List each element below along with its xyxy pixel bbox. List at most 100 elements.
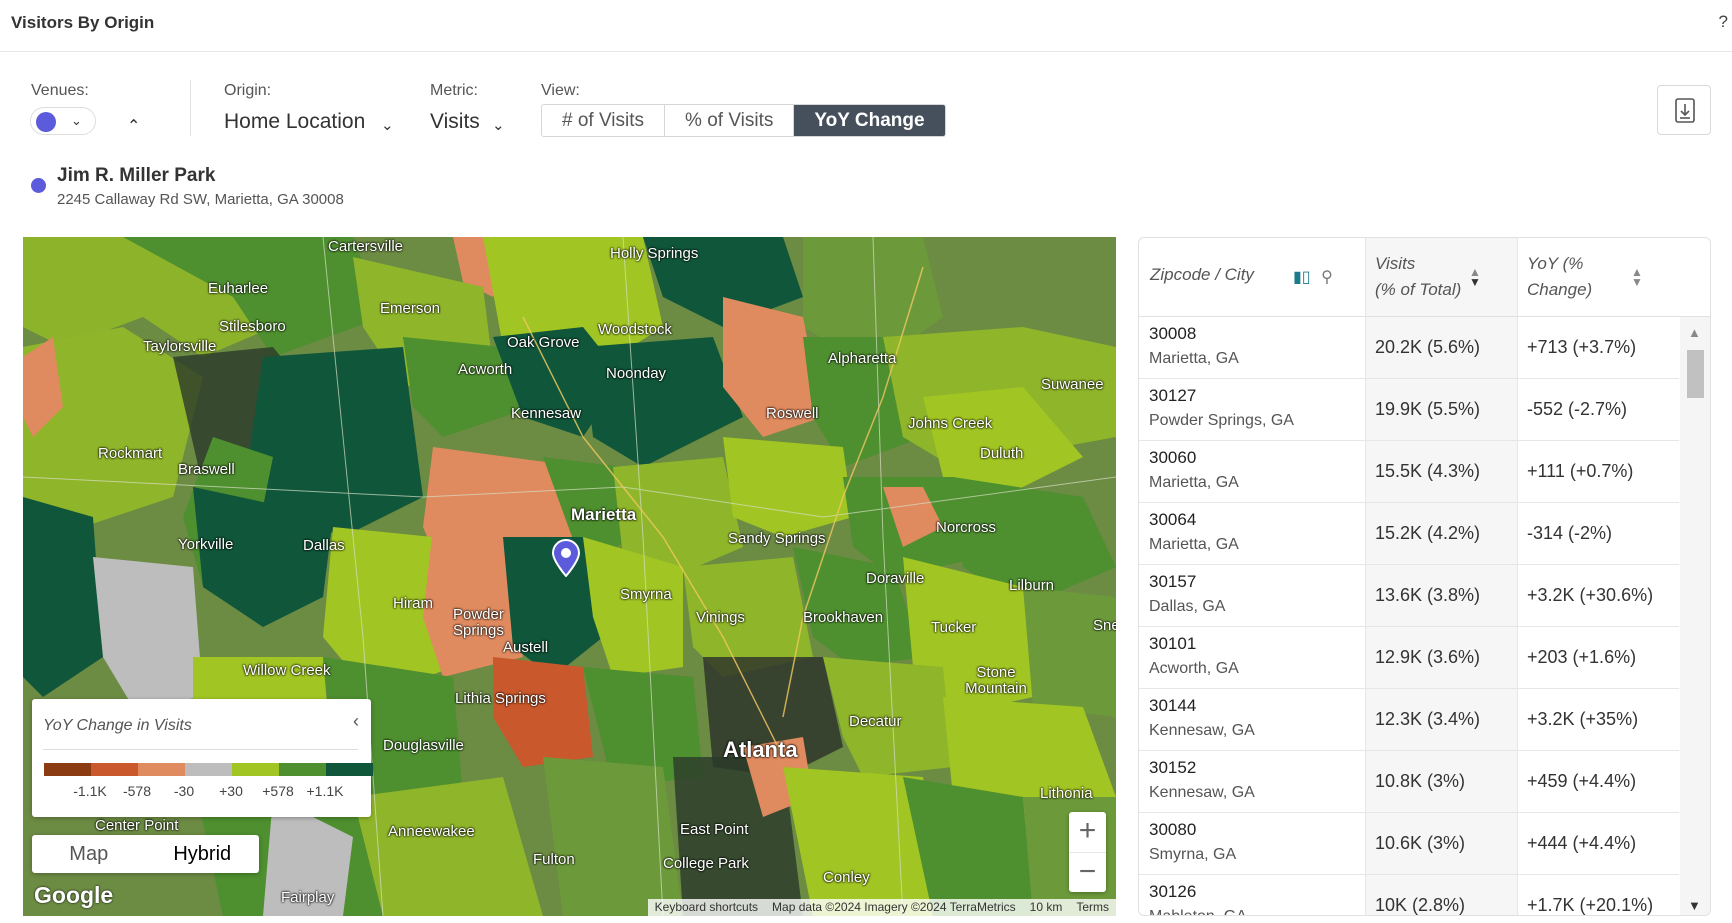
- view-option-percent[interactable]: % of Visits: [665, 105, 795, 136]
- map-label: Conley: [823, 869, 870, 886]
- map-label: Sandy Springs: [728, 530, 826, 547]
- legend-swatch: [138, 763, 185, 776]
- table-row[interactable]: 30101 Acworth, GA 12.9K (3.6%) +203 (+1.6%): [1139, 627, 1679, 689]
- origin-dropdown[interactable]: Home Location ⌄: [224, 110, 399, 138]
- map-label: Fairplay: [281, 889, 335, 906]
- yoy-header-line2: Change): [1527, 280, 1593, 299]
- venue-name: Jim R. Miller Park: [57, 165, 216, 186]
- column-icons: ▮▯ ⚲: [1293, 267, 1333, 287]
- terms-link[interactable]: Terms: [1069, 899, 1116, 916]
- keyboard-shortcuts-link[interactable]: Keyboard shortcuts: [648, 899, 765, 916]
- map-label: East Point: [680, 821, 749, 838]
- zip-code: 30008: [1149, 324, 1197, 343]
- view-option-count[interactable]: # of Visits: [542, 105, 666, 136]
- table-row[interactable]: 30064 Marietta, GA 15.2K (4.2%) -314 (-2%): [1139, 503, 1679, 565]
- yoy-value: +203 (+1.6%): [1527, 647, 1637, 667]
- view-toggle: # of Visits % of Visits YoY Change: [541, 104, 946, 137]
- table-header: Zipcode / City ▮▯ ⚲ Visits (% of Total) …: [1139, 238, 1710, 317]
- scroll-up-icon[interactable]: ▲: [1688, 325, 1701, 340]
- table-scrollbar[interactable]: ▲ ▼: [1680, 317, 1710, 915]
- map-label: Decatur: [849, 713, 902, 730]
- map-label: Oak Grove: [507, 334, 580, 351]
- view-option-yoy[interactable]: YoY Change: [794, 105, 945, 136]
- visits-value: 19.9K (5.5%): [1375, 399, 1481, 419]
- table-row[interactable]: 30127 Powder Springs, GA 19.9K (5.5%) -552 …: [1139, 379, 1679, 441]
- zip-code: 30080: [1149, 820, 1197, 839]
- venue-pin-icon[interactable]: [551, 539, 581, 577]
- table-row[interactable]: 30008 Marietta, GA 20.2K (5.6%) +713 (+3.7%…: [1139, 317, 1679, 379]
- sort-icon[interactable]: ▲ ▼: [1631, 266, 1643, 288]
- venue-color-dot: [31, 178, 46, 193]
- table-row[interactable]: 30126 Mableton, GA 10K (2.8%) +1.7K (+20.1%…: [1139, 875, 1679, 915]
- table-row[interactable]: 30080 Smyrna, GA 10.6K (3%) +444 (+4.4%): [1139, 813, 1679, 875]
- legend-swatches: [44, 763, 373, 776]
- map-label: Euharlee: [208, 280, 269, 297]
- table-row[interactable]: 30157 Dallas, GA 13.6K (3.8%) +3.2K (+30.6%…: [1139, 565, 1679, 627]
- zip-code: 30060: [1149, 448, 1197, 467]
- zoom-in-button[interactable]: +: [1069, 812, 1106, 852]
- view-label: View:: [541, 82, 580, 99]
- map-label: Douglasville: [383, 737, 464, 754]
- map-label: Yorkville: [178, 536, 234, 553]
- zip-code: 30101: [1149, 634, 1197, 653]
- chevron-left-icon[interactable]: ‹: [353, 711, 359, 732]
- download-icon: [1675, 98, 1695, 123]
- legend-tick: -1.1K: [73, 783, 107, 799]
- map-label: Center Point: [95, 817, 179, 834]
- chart-icon[interactable]: ▮▯: [1293, 269, 1311, 286]
- origin-label: Origin:: [224, 82, 272, 99]
- scroll-down-icon[interactable]: ▼: [1688, 898, 1701, 913]
- scale-text[interactable]: 10 km: [1023, 899, 1070, 916]
- yoy-value: +459 (+4.4%): [1527, 771, 1637, 791]
- zip-code: 30157: [1149, 572, 1197, 591]
- divider: [190, 80, 191, 136]
- map-type-map[interactable]: Map: [32, 835, 146, 873]
- map-label: Vinings: [696, 609, 745, 626]
- table-row[interactable]: 30060 Marietta, GA 15.5K (4.3%) +111 (+0.7%…: [1139, 441, 1679, 503]
- metric-dropdown[interactable]: Visits ⌄: [430, 110, 510, 138]
- search-icon[interactable]: ⚲: [1321, 269, 1333, 286]
- map-label: Johns Creek: [908, 415, 993, 432]
- legend-swatch: [279, 763, 326, 776]
- zip-code: 30064: [1149, 510, 1197, 529]
- map-type-hybrid[interactable]: Hybrid: [146, 835, 260, 873]
- help-icon[interactable]: ?: [1719, 12, 1728, 32]
- yoy-value: +3.2K (+35%): [1527, 709, 1639, 729]
- yoy-column-header[interactable]: YoY (% Change): [1527, 251, 1592, 303]
- visits-value: 10K (2.8%): [1375, 895, 1466, 915]
- metric-label: Metric:: [430, 82, 478, 99]
- scrollbar-thumb[interactable]: [1687, 350, 1704, 398]
- chevron-up-icon[interactable]: ⌃: [127, 116, 140, 136]
- zip-code: 30152: [1149, 758, 1197, 777]
- map-label: Willow Creek: [243, 662, 331, 679]
- map-data-text: Map data ©2024 Imagery ©2024 TerraMetric…: [772, 900, 1016, 914]
- map-label: Suwanee: [1041, 376, 1104, 393]
- map-label: Holly Springs: [610, 245, 699, 262]
- sort-icon[interactable]: ▲ ▼: [1469, 266, 1481, 288]
- table-row[interactable]: 30144 Kennesaw, GA 12.3K (3.4%) +3.2K (+35%…: [1139, 689, 1679, 751]
- map-label: Braswell: [178, 461, 235, 478]
- download-button[interactable]: [1657, 85, 1711, 135]
- city-name: Kennesaw, GA: [1149, 722, 1255, 739]
- panel-title: Visitors By Origin: [11, 13, 155, 32]
- legend-swatch: [326, 763, 373, 776]
- google-logo: Google: [34, 882, 114, 908]
- visits-column-header[interactable]: Visits (% of Total): [1375, 251, 1461, 303]
- map-label: Noonday: [606, 365, 667, 382]
- map-label: Doraville: [866, 570, 925, 587]
- venue-dropdown[interactable]: ⌄: [30, 107, 96, 135]
- city-name: Marietta, GA: [1149, 350, 1239, 367]
- legend-tick: -30: [173, 783, 195, 799]
- city-name: Powder Springs, GA: [1149, 412, 1294, 429]
- table-row[interactable]: 30152 Kennesaw, GA 10.8K (3%) +459 (+4.4%): [1139, 751, 1679, 813]
- city-name: Kennesaw, GA: [1149, 784, 1255, 801]
- yoy-value: +3.2K (+30.6%): [1527, 585, 1654, 605]
- visits-header-line2: (% of Total): [1375, 280, 1462, 299]
- choropleth-map[interactable]: Cartersville Euharlee Emerson Holly Spri…: [23, 237, 1116, 916]
- map-label: Rockmart: [98, 445, 163, 462]
- zoom-out-button[interactable]: −: [1069, 852, 1106, 892]
- zip-column-header[interactable]: Zipcode / City: [1150, 262, 1254, 288]
- origin-value: Home Location: [224, 110, 366, 133]
- map-label: Stilesboro: [219, 318, 286, 335]
- legend-swatch: [44, 763, 91, 776]
